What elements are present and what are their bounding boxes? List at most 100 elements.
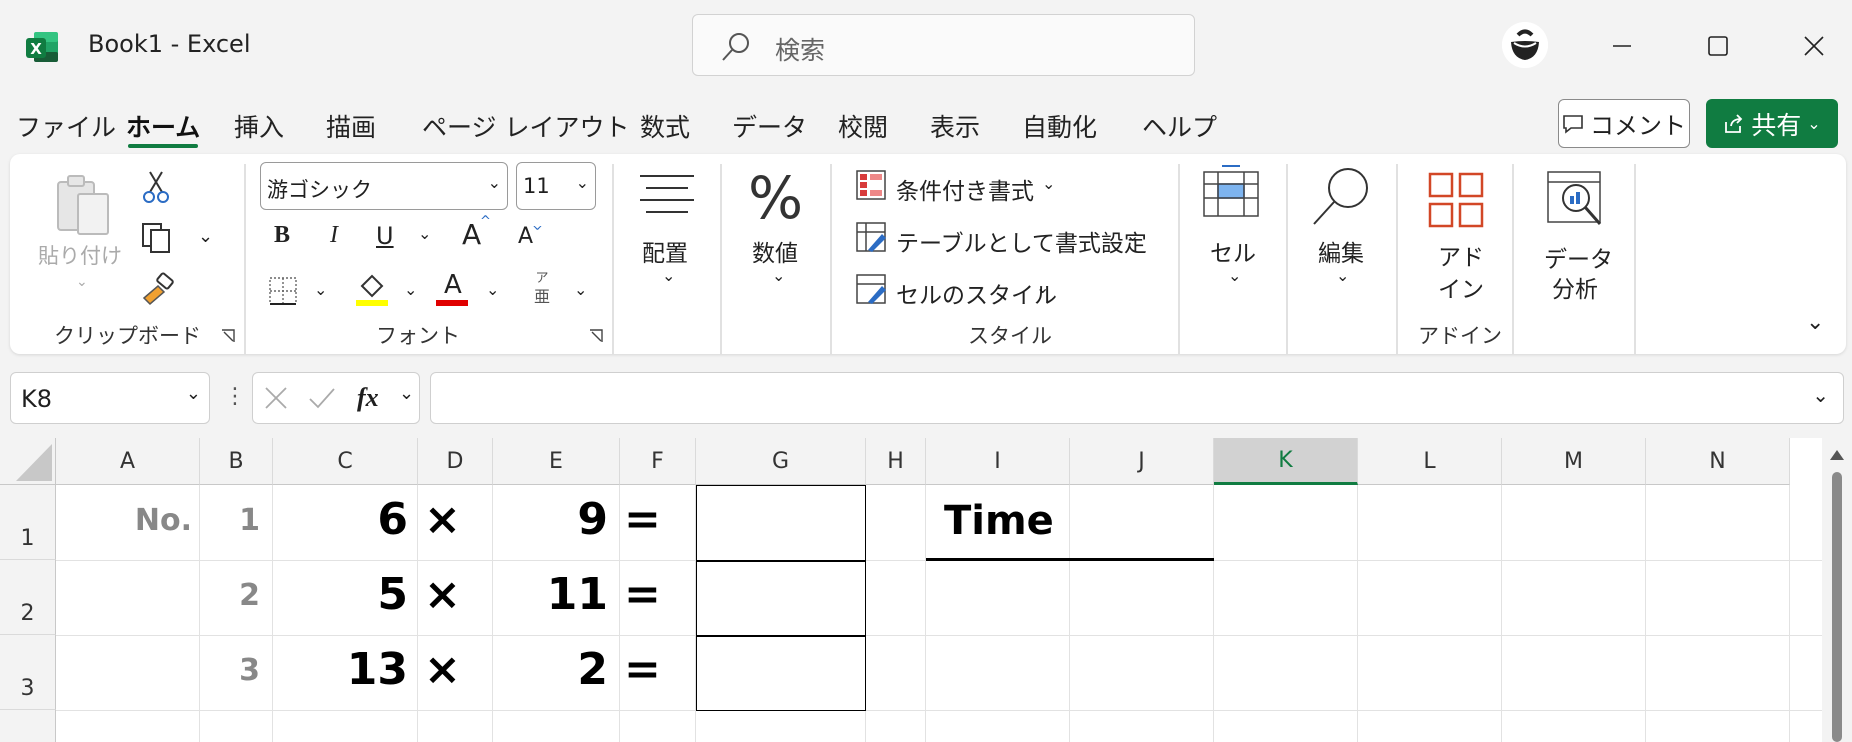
- row-header[interactable]: 1: [0, 485, 56, 560]
- maximize-button[interactable]: [1698, 26, 1738, 66]
- column-header[interactable]: I: [926, 438, 1070, 485]
- tab-automate[interactable]: 自動化: [1022, 108, 1097, 144]
- phonetic-guide-button[interactable]: ア 亜: [534, 270, 550, 306]
- cell-E3[interactable]: 2: [577, 644, 608, 695]
- chevron-down-icon[interactable]: ⌄: [404, 280, 417, 299]
- grow-font-button[interactable]: A: [462, 218, 481, 251]
- cancel-entry-icon[interactable]: [263, 385, 289, 411]
- row-header[interactable]: [0, 710, 56, 742]
- tab-draw[interactable]: 描画: [326, 108, 376, 144]
- cell-D1[interactable]: ×: [424, 494, 461, 545]
- cell-E1[interactable]: 9: [577, 494, 608, 545]
- column-header[interactable]: B: [200, 438, 273, 485]
- copy-icon[interactable]: [140, 220, 174, 258]
- dialog-launcher-icon[interactable]: [220, 328, 236, 344]
- cell-B1[interactable]: 1: [239, 503, 260, 538]
- column-header[interactable]: L: [1358, 438, 1502, 485]
- number-format-button[interactable]: 数値: [752, 234, 798, 268]
- chevron-down-icon[interactable]: ⌄: [418, 224, 431, 243]
- editing-button[interactable]: 編集: [1318, 234, 1364, 268]
- shrink-font-button[interactable]: A: [518, 224, 533, 249]
- cell-B2[interactable]: 2: [239, 578, 260, 613]
- column-header[interactable]: C: [273, 438, 418, 485]
- column-header[interactable]: E: [493, 438, 620, 485]
- cell-F1[interactable]: =: [624, 494, 661, 545]
- cell-B3[interactable]: 3: [239, 653, 260, 688]
- collapse-ribbon-chevron-icon[interactable]: ⌄: [1806, 310, 1824, 335]
- cut-icon[interactable]: [142, 170, 170, 208]
- conditional-format-icon: [856, 170, 886, 204]
- more-options-icon[interactable]: ⋮: [224, 384, 246, 409]
- data-analysis-button-line2[interactable]: 分析: [1552, 270, 1598, 304]
- cell-C2[interactable]: 5: [377, 569, 408, 620]
- underline-button[interactable]: U: [376, 222, 394, 250]
- tab-help[interactable]: ヘルプ: [1142, 108, 1217, 144]
- paste-button[interactable]: 貼り付け: [38, 240, 122, 270]
- tab-view[interactable]: 表示: [930, 108, 980, 144]
- comment-button[interactable]: コメント: [1558, 99, 1690, 148]
- name-box[interactable]: K8 ⌄: [10, 372, 210, 424]
- add-ins-button-line1[interactable]: アド: [1438, 238, 1484, 272]
- formula-input[interactable]: ⌄: [430, 372, 1844, 424]
- insert-function-button[interactable]: fx: [357, 383, 379, 413]
- cell-F2[interactable]: =: [624, 569, 661, 620]
- format-painter-icon[interactable]: [140, 272, 176, 310]
- tab-page-layout[interactable]: ページ レイアウト: [422, 108, 629, 144]
- chevron-down-icon[interactable]: ⌄: [314, 280, 327, 299]
- format-as-table-button[interactable]: テーブルとして書式設定: [896, 224, 1147, 258]
- row-header[interactable]: 3: [0, 635, 56, 710]
- tab-review[interactable]: 校閲: [838, 108, 888, 144]
- chevron-down-icon[interactable]: ⌄: [1812, 383, 1829, 407]
- column-header[interactable]: J: [1070, 438, 1214, 485]
- close-button[interactable]: [1794, 26, 1834, 66]
- font-size-select[interactable]: 11 ⌄: [516, 162, 596, 210]
- italic-button[interactable]: I: [330, 222, 338, 249]
- borders-icon[interactable]: [268, 276, 298, 310]
- cell-C3[interactable]: 13: [347, 644, 408, 695]
- cell-D2[interactable]: ×: [424, 569, 461, 620]
- search-box[interactable]: 検索: [692, 14, 1195, 76]
- font-name-select[interactable]: 游ゴシック ⌄: [260, 162, 508, 210]
- conditional-format-button[interactable]: 条件付き書式: [896, 172, 1034, 206]
- cell-styles-button[interactable]: セルのスタイル: [896, 276, 1057, 310]
- tab-formulas[interactable]: 数式: [640, 108, 690, 144]
- column-header[interactable]: G: [696, 438, 866, 485]
- cell-E2[interactable]: 11: [547, 569, 608, 620]
- row-header[interactable]: 2: [0, 560, 56, 635]
- dialog-launcher-icon[interactable]: [588, 328, 604, 344]
- column-header[interactable]: N: [1646, 438, 1790, 485]
- tab-insert[interactable]: 挿入: [234, 108, 284, 144]
- fill-color-icon[interactable]: [356, 272, 388, 310]
- column-header[interactable]: M: [1502, 438, 1646, 485]
- minimize-button[interactable]: [1602, 26, 1642, 66]
- share-button[interactable]: 共有 ⌄: [1706, 99, 1838, 148]
- column-header[interactable]: A: [56, 438, 200, 485]
- chevron-down-icon[interactable]: ⌄: [574, 280, 587, 299]
- cell-A1[interactable]: No.: [135, 503, 192, 538]
- vertical-scrollbar[interactable]: [1822, 438, 1852, 742]
- cell-I1[interactable]: Time: [944, 498, 1054, 544]
- column-header[interactable]: F: [620, 438, 696, 485]
- chevron-down-icon[interactable]: ⌄: [399, 383, 414, 404]
- tab-file[interactable]: ファイル: [16, 108, 116, 144]
- column-header[interactable]: D: [418, 438, 493, 485]
- chevron-down-icon[interactable]: ⌄: [198, 226, 213, 247]
- cell-D3[interactable]: ×: [424, 644, 461, 695]
- bold-button[interactable]: B: [274, 222, 290, 249]
- font-color-button[interactable]: A: [436, 270, 472, 306]
- column-header[interactable]: K: [1214, 438, 1358, 485]
- add-ins-button-line2[interactable]: イン: [1438, 270, 1484, 304]
- cell-C1[interactable]: 6: [377, 494, 408, 545]
- cell-F3[interactable]: =: [624, 644, 661, 695]
- data-analysis-button-line1[interactable]: データ: [1544, 240, 1613, 274]
- cells-button[interactable]: セル: [1210, 234, 1256, 268]
- select-all-corner[interactable]: [0, 438, 56, 485]
- group-separator: [612, 164, 614, 354]
- user-avatar[interactable]: [1502, 22, 1548, 68]
- tab-home[interactable]: ホーム: [126, 108, 200, 144]
- alignment-button[interactable]: 配置: [642, 234, 688, 268]
- confirm-entry-icon[interactable]: [307, 385, 337, 411]
- chevron-down-icon[interactable]: ⌄: [486, 280, 499, 299]
- column-header[interactable]: H: [866, 438, 926, 485]
- tab-data[interactable]: データ: [732, 108, 807, 144]
